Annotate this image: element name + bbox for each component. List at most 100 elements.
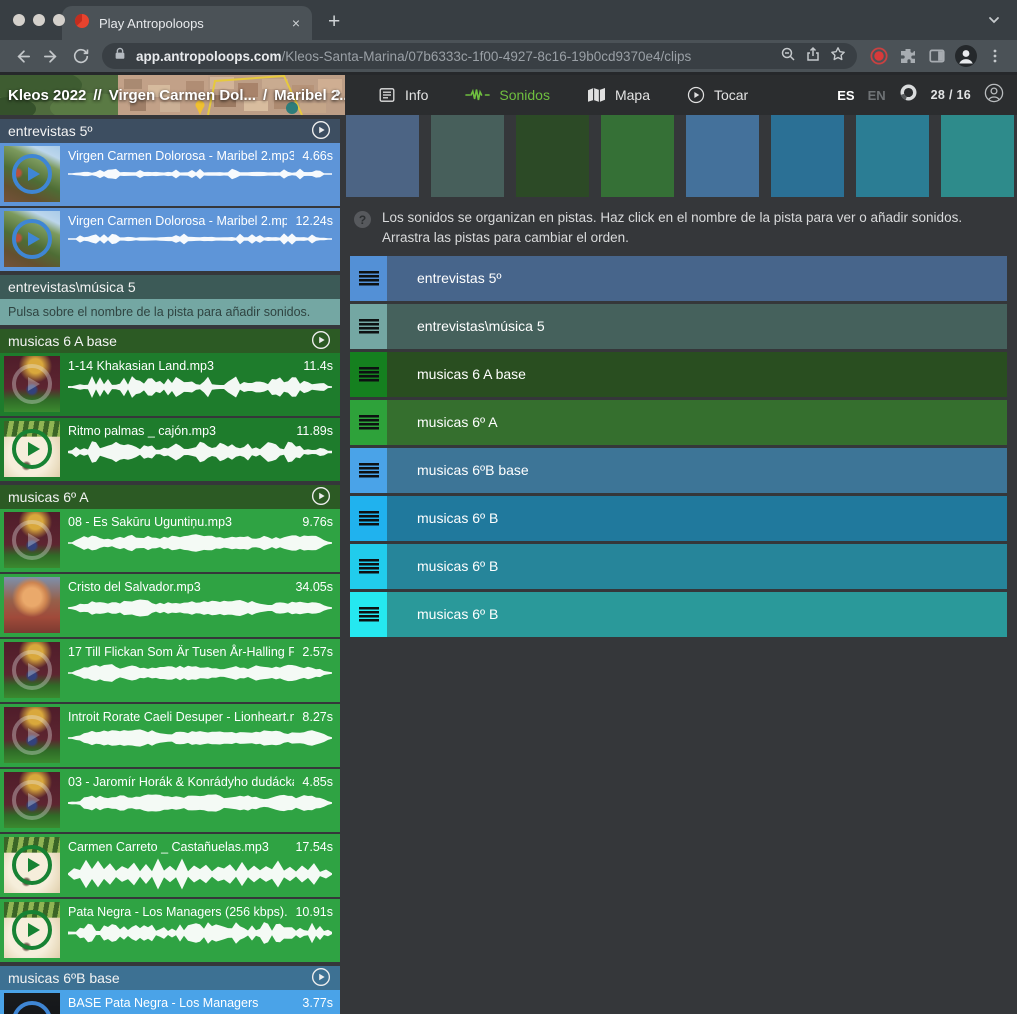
clip-thumbnail[interactable] — [4, 211, 60, 267]
clip-thumbnail[interactable] — [4, 902, 60, 958]
clip-item[interactable]: Introit Rorate Caeli Desuper - Lionheart… — [0, 704, 340, 767]
new-tab-button[interactable]: + — [328, 11, 340, 32]
clip-thumbnail[interactable] — [4, 356, 60, 412]
window-zoom-button[interactable] — [53, 14, 65, 26]
track-drag-handle[interactable] — [350, 304, 387, 349]
clip-thumbnail[interactable] — [4, 642, 60, 698]
tab-mapa[interactable]: Mapa — [587, 87, 650, 103]
play-overlay-icon[interactable] — [4, 356, 60, 412]
lang-en-button[interactable]: EN — [868, 88, 886, 103]
play-overlay-icon[interactable] — [4, 707, 60, 763]
clip-thumbnail[interactable] — [4, 146, 60, 202]
zoom-out-icon[interactable] — [780, 46, 796, 67]
breadcrumb-chevron-right-icon[interactable]: › — [336, 84, 341, 102]
share-icon[interactable] — [805, 46, 821, 67]
clip-thumbnail[interactable] — [4, 512, 60, 568]
clip-item[interactable]: Virgen Carmen Dolorosa - Maribel 2.mp34.… — [0, 143, 340, 206]
project-banner[interactable]: Kleos 2022//Virgen Carmen Dol.../Maribel… — [0, 75, 345, 115]
section-play-icon[interactable] — [311, 120, 331, 143]
track-row[interactable]: entrevistas\música 5 — [350, 304, 1007, 349]
track-drag-handle[interactable] — [350, 496, 387, 541]
track-row[interactable]: musicas 6ºB base — [350, 448, 1007, 493]
play-overlay-icon[interactable] — [4, 421, 60, 477]
play-overlay-icon[interactable] — [4, 146, 60, 202]
track-name-button[interactable]: entrevistas 5º — [387, 256, 1007, 301]
play-overlay-icon[interactable] — [4, 993, 60, 1014]
clip-item[interactable]: 08 - Es Sakūru Uguntiņu.mp39.76s — [0, 509, 340, 572]
reload-icon[interactable] — [67, 43, 94, 70]
tab-info[interactable]: Info — [378, 86, 428, 104]
play-overlay-icon[interactable] — [4, 512, 60, 568]
track-row[interactable]: entrevistas 5º — [350, 256, 1007, 301]
window-close-button[interactable] — [13, 14, 25, 26]
lang-es-button[interactable]: ES — [837, 88, 854, 103]
clip-thumbnail[interactable] — [4, 837, 60, 893]
section-play-icon[interactable] — [311, 330, 331, 353]
track-row[interactable]: musicas 6º B — [350, 496, 1007, 541]
play-overlay-icon[interactable] — [4, 837, 60, 893]
clip-item[interactable]: 03 - Jaromír Horák & Konrádyho dudácká .… — [0, 769, 340, 832]
clip-thumbnail[interactable] — [4, 772, 60, 828]
clip-item[interactable]: Ritmo palmas _ cajón.mp311.89s — [0, 418, 340, 481]
clip-thumbnail[interactable] — [4, 421, 60, 477]
track-row[interactable]: musicas 6º A — [350, 400, 1007, 445]
section-play-icon[interactable] — [311, 967, 331, 990]
clip-section-header[interactable]: musicas 6 A base — [0, 329, 340, 353]
clip-thumbnail[interactable] — [4, 707, 60, 763]
clip-item[interactable]: BASE Pata Negra - Los Managers3.77s — [0, 990, 340, 1014]
breadcrumb-item[interactable]: Kleos 2022 — [8, 87, 86, 104]
bookmark-star-icon[interactable] — [830, 46, 846, 67]
track-name-button[interactable]: musicas 6º A — [387, 400, 1007, 445]
tab-sonidos[interactable]: Sonidos — [465, 87, 550, 103]
forward-icon[interactable] — [38, 43, 65, 70]
extensions-puzzle-icon[interactable] — [894, 43, 921, 70]
side-panel-icon[interactable] — [923, 43, 950, 70]
browser-tab[interactable]: Play Antropoloops × — [62, 6, 312, 40]
address-bar[interactable]: app.antropoloops.com/Kleos-Santa-Marina/… — [102, 43, 857, 69]
track-row[interactable]: musicas 6º B — [350, 592, 1007, 637]
clip-thumbnail[interactable] — [4, 577, 60, 633]
tab-search-chevron-icon[interactable] — [987, 13, 1001, 32]
track-name-button[interactable]: musicas 6ºB base — [387, 448, 1007, 493]
tab-tocar[interactable]: Tocar — [687, 86, 748, 104]
track-drag-handle[interactable] — [350, 352, 387, 397]
track-drag-handle[interactable] — [350, 448, 387, 493]
clip-section-header[interactable]: musicas 6ºB base — [0, 966, 340, 990]
breadcrumb-item[interactable]: Virgen Carmen Dol... — [109, 87, 256, 104]
lock-icon[interactable] — [113, 46, 127, 66]
clip-item[interactable]: Cristo del Salvador.mp334.05s — [0, 574, 340, 637]
play-overlay-icon[interactable] — [4, 642, 60, 698]
clip-item[interactable]: Pata Negra - Los Managers (256 kbps).mp3… — [0, 899, 340, 962]
breadcrumb-item[interactable]: Maribel 2... — [274, 87, 345, 104]
tab-close-icon[interactable]: × — [292, 16, 300, 30]
browser-menu-dots-icon[interactable] — [981, 43, 1008, 70]
track-name-button[interactable]: musicas 6 A base — [387, 352, 1007, 397]
track-drag-handle[interactable] — [350, 400, 387, 445]
section-play-icon[interactable] — [311, 486, 331, 509]
back-icon[interactable] — [9, 43, 36, 70]
user-account-icon[interactable] — [984, 83, 1004, 108]
clip-item[interactable]: 17 Till Flickan Som Är Tusen År-Halling … — [0, 639, 340, 702]
track-drag-handle[interactable] — [350, 592, 387, 637]
clip-thumbnail[interactable] — [4, 993, 60, 1014]
track-name-button[interactable]: musicas 6º B — [387, 496, 1007, 541]
play-overlay-icon[interactable] — [4, 902, 60, 958]
clip-item[interactable]: 1-14 Khakasian Land.mp311.4s — [0, 353, 340, 416]
profile-avatar-icon[interactable] — [952, 43, 979, 70]
clip-section-header[interactable]: entrevistas\música 5 — [0, 275, 340, 299]
play-overlay-icon[interactable] — [4, 772, 60, 828]
track-name-button[interactable]: musicas 6º B — [387, 544, 1007, 589]
clip-item[interactable]: Carmen Carreto _ Castañuelas.mp317.54s — [0, 834, 340, 897]
track-drag-handle[interactable] — [350, 544, 387, 589]
play-overlay-icon[interactable] — [4, 211, 60, 267]
record-extension-icon[interactable] — [865, 43, 892, 70]
track-row[interactable]: musicas 6 A base — [350, 352, 1007, 397]
clip-section-header[interactable]: entrevistas 5º — [0, 119, 340, 143]
clip-item[interactable]: Virgen Carmen Dolorosa - Maribel 2.mp312… — [0, 208, 340, 271]
track-drag-handle[interactable] — [350, 256, 387, 301]
track-name-button[interactable]: entrevistas\música 5 — [387, 304, 1007, 349]
clip-section-header[interactable]: musicas 6º A — [0, 485, 340, 509]
window-minimize-button[interactable] — [33, 14, 45, 26]
track-row[interactable]: musicas 6º B — [350, 544, 1007, 589]
track-name-button[interactable]: musicas 6º B — [387, 592, 1007, 637]
